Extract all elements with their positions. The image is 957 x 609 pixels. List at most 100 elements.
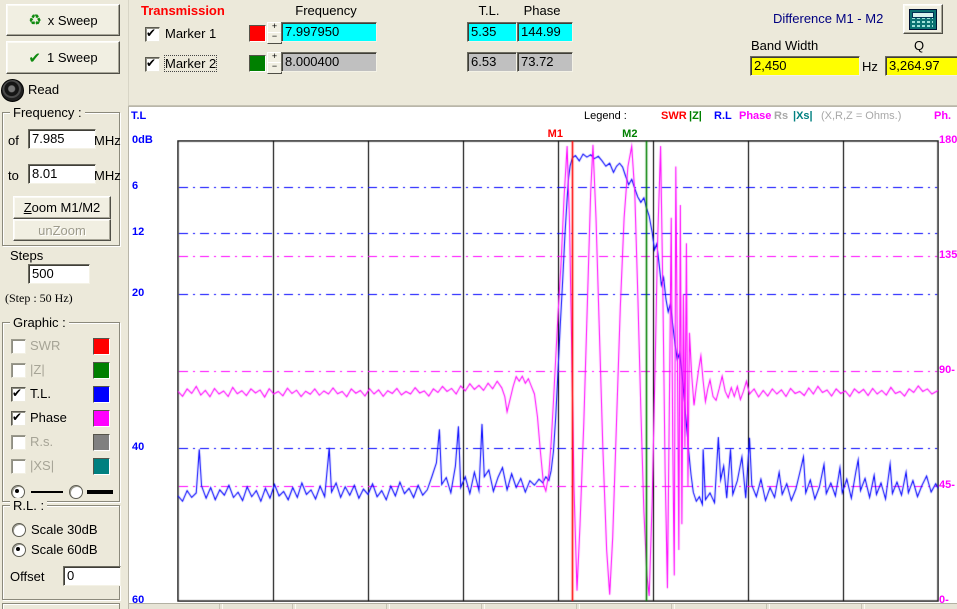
freq-to-field[interactable]: 8.01 xyxy=(28,164,96,184)
x-sweep-button[interactable]: ♻ x Sweep xyxy=(6,4,120,36)
graphic-checkbox-z[interactable] xyxy=(11,363,26,378)
marker1-checkbox[interactable] xyxy=(145,27,160,42)
rl-groupbox: R.L. : Scale 30dB Scale 60dB Offset 0 xyxy=(2,505,120,600)
marker2-frequency-field[interactable]: 8.000400 xyxy=(281,52,377,72)
legend-item-xrzohms: (X,R,Z = Ohms.) xyxy=(821,110,901,122)
one-sweep-label: 1 Sweep xyxy=(47,50,98,65)
marker1-tl-field[interactable]: 5.35 xyxy=(467,22,517,42)
thick-line-sample xyxy=(87,490,113,494)
graphic-checkbox-xs[interactable] xyxy=(11,459,26,474)
marker1-frequency-field[interactable]: 7.997950 xyxy=(281,22,377,42)
unzoom-button[interactable]: unZoom xyxy=(13,219,111,241)
graphic-swatch-z xyxy=(93,362,110,379)
tl-header: T.L. xyxy=(467,3,511,18)
chart-marker-label-m2: M2 xyxy=(622,128,637,140)
to-label: to xyxy=(8,168,19,183)
unzoom-button-label: unZoom xyxy=(38,223,86,238)
steps-field[interactable]: 500 xyxy=(28,264,90,284)
marker1-label: Marker 1 xyxy=(165,26,216,41)
tl-axis-tick: 6 xyxy=(132,180,138,192)
frequency-header: Frequency xyxy=(281,3,371,18)
graphic-checkbox-tl[interactable] xyxy=(11,387,26,402)
of-unit-label: MHz xyxy=(94,133,121,148)
calculator-button[interactable] xyxy=(903,4,943,34)
clipped-groupbox-edge xyxy=(2,603,120,609)
scale-30db-radio[interactable] xyxy=(12,523,26,537)
marker1-phase-field[interactable]: 144.99 xyxy=(517,22,573,42)
marker2-spinner: + − xyxy=(267,52,280,73)
phase-axis-tick: 135- xyxy=(939,249,957,261)
marker2-phase-field[interactable]: 73.72 xyxy=(517,52,573,72)
vna-sweep-window: ♻ x Sweep ✔ 1 Sweep Read Transmission Ma… xyxy=(0,0,957,609)
legend-item-xs: |Xs| xyxy=(793,110,813,122)
phase-header: Phase xyxy=(517,3,567,18)
graphic-label-phase: Phase xyxy=(30,410,67,425)
line-thick-radio[interactable] xyxy=(69,485,83,499)
graphic-label-xs: |XS| xyxy=(30,458,54,473)
graphic-swatch-xs xyxy=(93,458,110,475)
marker1-spin-down[interactable]: − xyxy=(267,32,282,44)
q-field[interactable]: 3,264.97 xyxy=(885,56,957,76)
graphic-groupbox: Graphic : SWR|Z|T.L.PhaseR.s.|XS| xyxy=(2,322,120,502)
chart-marker-label-m1: M1 xyxy=(548,128,563,140)
graphic-groupbox-title: Graphic : xyxy=(10,315,69,330)
marker2-checkbox[interactable] xyxy=(145,57,160,72)
steps-label: Steps xyxy=(10,248,43,263)
phase-axis-tick: 90- xyxy=(939,364,955,376)
scale-30db-label: Scale 30dB xyxy=(31,522,98,537)
tl-axis-tick: 0dB xyxy=(132,134,153,146)
zoom-m1m2-button[interactable]: Zoom M1/M2 xyxy=(13,196,111,219)
sweep-chart-canvas[interactable] xyxy=(177,140,939,602)
phase-corner-label: Ph. xyxy=(934,110,951,122)
rl-groupbox-title: R.L. : xyxy=(10,498,47,513)
scale-60db-label: Scale 60dB xyxy=(31,542,98,557)
sweep-chart: T.L Ph. 0dB 6 12 20 40 60 180- 135- 90- 45- 0- Lege… xyxy=(128,106,957,609)
phase-axis-tick: 180- xyxy=(939,134,957,146)
graphic-label-rs: R.s. xyxy=(30,434,53,449)
check-icon: ✔ xyxy=(28,49,41,67)
marker2-color-swatch[interactable] xyxy=(249,55,266,72)
of-label: of xyxy=(8,133,19,148)
marker2-tl-field[interactable]: 6.53 xyxy=(467,52,517,72)
graphic-checkbox-phase[interactable] xyxy=(11,411,26,426)
legend-item-phase: Phase xyxy=(739,110,771,122)
bandwidth-field[interactable]: 2,450 xyxy=(750,56,860,76)
read-label: Read xyxy=(28,82,59,97)
graphic-checkbox-rs[interactable] xyxy=(11,435,26,450)
read-knob-icon[interactable] xyxy=(1,79,24,102)
bandwidth-unit: Hz xyxy=(862,59,878,74)
graphic-label-z: |Z| xyxy=(30,362,45,377)
offset-field[interactable]: 0 xyxy=(63,566,121,586)
line-thin-radio[interactable] xyxy=(11,485,25,499)
legend-item-swr: SWR xyxy=(661,110,687,122)
tl-axis-tick: 40 xyxy=(132,441,144,453)
marker1-spinner: + − xyxy=(267,22,280,43)
marker2-spin-down[interactable]: − xyxy=(267,62,282,74)
bottom-panel-strip xyxy=(129,603,957,609)
tl-axis-tick: 20 xyxy=(132,287,144,299)
difference-title: Difference M1 - M2 xyxy=(773,11,883,26)
graphic-swatch-tl xyxy=(93,386,110,403)
tl-corner-label: T.L xyxy=(131,110,146,122)
phase-axis-tick: 0- xyxy=(939,594,949,606)
x-sweep-label: x Sweep xyxy=(48,13,98,28)
graphic-swatch-rs xyxy=(93,434,110,451)
transmission-panel: Transmission Marker 1 + − 7.997950 5.35 … xyxy=(128,0,957,106)
marker2-label: Marker 2 xyxy=(165,56,216,71)
legend-item-rl: R.L xyxy=(714,110,732,122)
freq-from-field[interactable]: 7.985 xyxy=(28,129,96,149)
zoom-button-hotkey: Z xyxy=(24,200,32,215)
scale-60db-radio[interactable] xyxy=(12,543,26,557)
graphic-checkbox-swr[interactable] xyxy=(11,339,26,354)
marker1-color-swatch[interactable] xyxy=(249,25,266,42)
thin-line-sample xyxy=(31,491,63,493)
tl-axis-tick: 60 xyxy=(132,594,144,606)
transmission-title: Transmission xyxy=(141,3,225,18)
tl-axis-tick: 12 xyxy=(132,226,144,238)
one-sweep-button[interactable]: ✔ 1 Sweep xyxy=(6,41,120,74)
phase-axis-tick: 45- xyxy=(939,479,955,491)
legend-item-legend: Legend : xyxy=(584,110,627,122)
legend-item-z: |Z| xyxy=(689,110,702,122)
sweep-loop-icon: ♻ xyxy=(28,11,41,29)
calculator-icon xyxy=(909,9,937,30)
